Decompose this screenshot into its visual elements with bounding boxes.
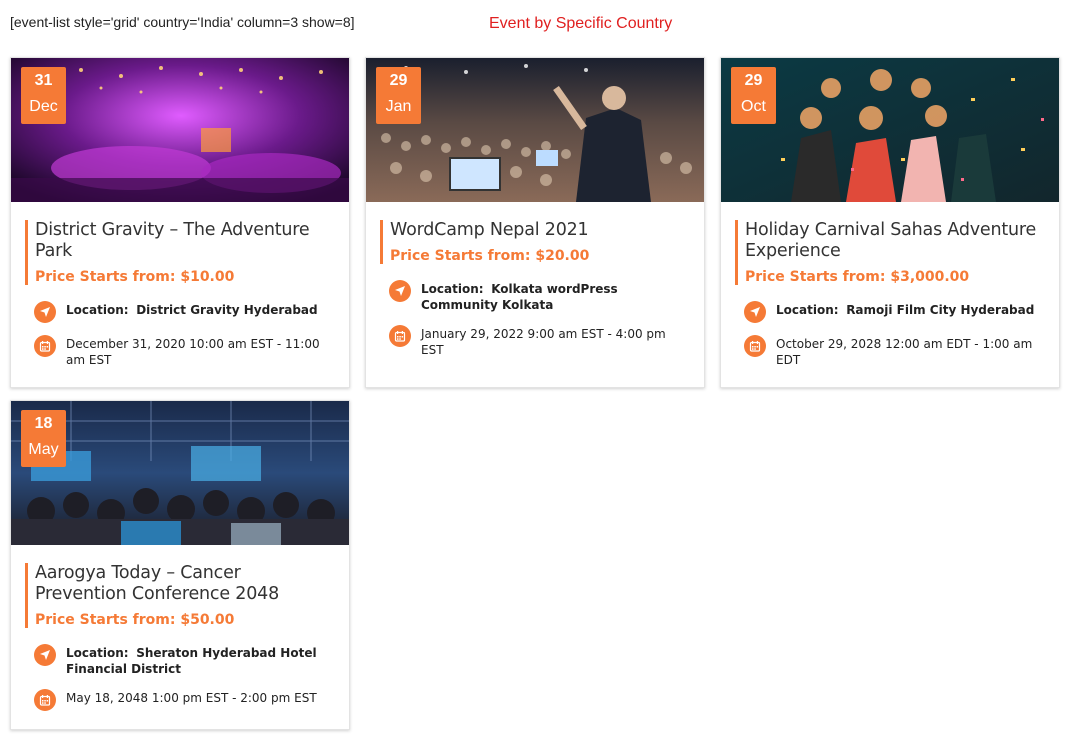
section-title: Event by Specific Country — [489, 15, 673, 32]
location-value: District Gravity Hyderabad — [136, 303, 318, 317]
event-title[interactable]: Holiday Carnival Sahas Adventure Experie… — [745, 220, 1045, 262]
calendar-icon — [389, 325, 411, 347]
calendar-icon — [34, 689, 56, 711]
location-value: Ramoji Film City Hyderabad — [846, 303, 1035, 317]
card-body: Holiday Carnival Sahas Adventure Experie… — [721, 202, 1059, 382]
date-day: 31 — [34, 72, 53, 89]
event-price: Price Starts from: $3,000.00 — [745, 269, 970, 285]
event-datetime: October 29, 2028 12:00 am EDT - 1:00 am … — [776, 337, 1033, 367]
date-month: Oct — [741, 98, 766, 115]
location-arrow-icon — [34, 301, 56, 323]
title-block: WordCamp Nepal 2021 Price Starts from: $… — [380, 220, 690, 264]
date-month: May — [28, 441, 59, 458]
date-row: May 18, 2048 1:00 pm EST - 2:00 pm EST — [25, 689, 335, 711]
page: [event-list style='grid' country='India'… — [0, 0, 1071, 738]
date-badge: 29 Oct — [731, 67, 776, 124]
location-label: Location: — [421, 282, 484, 296]
event-price: Price Starts from: $50.00 — [35, 612, 235, 628]
location-row: Location: Ramoji Film City Hyderabad — [735, 301, 1045, 323]
event-title[interactable]: District Gravity – The Adventure Park — [35, 220, 335, 262]
date-row: January 29, 2022 9:00 am EST - 4:00 pm E… — [380, 325, 690, 358]
event-image[interactable]: 31 Dec — [11, 58, 349, 202]
date-badge: 18 May — [21, 410, 66, 467]
calendar-icon — [744, 335, 766, 357]
event-card[interactable]: 18 May Aarogya Today – Cancer Prevention… — [10, 400, 350, 730]
location-label: Location: — [66, 646, 129, 660]
location-label: Location: — [66, 303, 129, 317]
title-block: Aarogya Today – Cancer Prevention Confer… — [25, 563, 335, 628]
card-body: Aarogya Today – Cancer Prevention Confer… — [11, 545, 349, 725]
event-datetime: May 18, 2048 1:00 pm EST - 2:00 pm EST — [66, 691, 317, 705]
event-price: Price Starts from: $10.00 — [35, 269, 235, 285]
location-arrow-icon — [389, 280, 411, 302]
event-title[interactable]: Aarogya Today – Cancer Prevention Confer… — [35, 563, 335, 605]
date-row: October 29, 2028 12:00 am EDT - 1:00 am … — [735, 335, 1045, 368]
event-card[interactable]: 29 Jan WordCamp Nepal 2021 Price Starts … — [365, 57, 705, 388]
title-block: District Gravity – The Adventure Park Pr… — [25, 220, 335, 285]
calendar-icon — [34, 335, 56, 357]
event-image[interactable]: 18 May — [11, 401, 349, 545]
card-body: District Gravity – The Adventure Park Pr… — [11, 202, 349, 382]
date-month: Dec — [29, 98, 58, 115]
event-datetime: December 31, 2020 10:00 am EST - 11:00 a… — [66, 337, 320, 367]
event-card[interactable]: 31 Dec District Gravity – The Adventure … — [10, 57, 350, 388]
event-datetime: January 29, 2022 9:00 am EST - 4:00 pm E… — [421, 327, 666, 357]
location-arrow-icon — [34, 644, 56, 666]
date-month: Jan — [385, 98, 412, 115]
event-image[interactable]: 29 Jan — [366, 58, 704, 202]
card-body: WordCamp Nepal 2021 Price Starts from: $… — [366, 202, 704, 372]
location-arrow-icon — [744, 301, 766, 323]
date-badge: 29 Jan — [376, 67, 421, 124]
event-title[interactable]: WordCamp Nepal 2021 — [390, 220, 690, 241]
location-row: Location: Kolkata wordPress Community Ko… — [380, 280, 690, 313]
event-card[interactable]: 29 Oct Holiday Carnival Sahas Adventure … — [720, 57, 1060, 388]
location-row: Location: Sheraton Hyderabad Hotel Finan… — [25, 644, 335, 677]
date-day: 29 — [744, 72, 763, 89]
location-label: Location: — [776, 303, 839, 317]
date-day: 29 — [389, 72, 408, 89]
event-price: Price Starts from: $20.00 — [390, 248, 590, 264]
event-image[interactable]: 29 Oct — [721, 58, 1059, 202]
shortcode-text: [event-list style='grid' country='India'… — [10, 14, 355, 30]
title-block: Holiday Carnival Sahas Adventure Experie… — [735, 220, 1045, 285]
location-row: Location: District Gravity Hyderabad — [25, 301, 335, 323]
date-day: 18 — [34, 415, 53, 432]
date-badge: 31 Dec — [21, 67, 66, 124]
date-row: December 31, 2020 10:00 am EST - 11:00 a… — [25, 335, 335, 368]
